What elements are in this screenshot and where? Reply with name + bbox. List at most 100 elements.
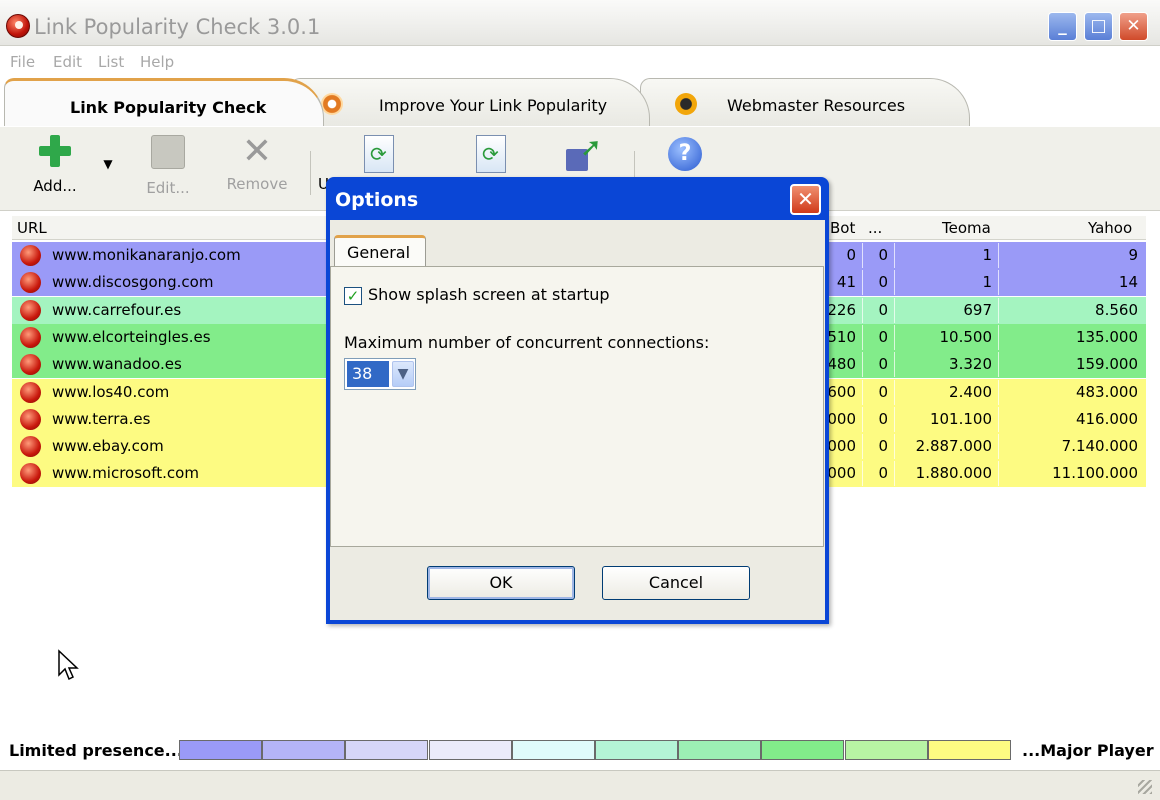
legend-swatch xyxy=(678,740,762,760)
dots-cell: 0 xyxy=(878,273,888,292)
teoma-cell: 1 xyxy=(982,246,992,264)
yahoo-cell: 159.000 xyxy=(1075,355,1138,374)
dialog-close-button[interactable]: ✕ xyxy=(790,184,821,215)
refresh-all-button[interactable] xyxy=(476,135,506,177)
export-button[interactable] xyxy=(566,133,602,175)
app-icon xyxy=(6,14,30,38)
cancel-button[interactable]: Cancel xyxy=(602,566,750,600)
edit-button[interactable]: Edit... xyxy=(140,135,196,197)
cell-divider xyxy=(998,379,999,405)
cell-divider xyxy=(862,270,863,296)
dialog-body: General ✓ Show splash screen at startup … xyxy=(330,220,825,620)
legend-swatch xyxy=(511,740,595,760)
cell-divider xyxy=(862,297,863,323)
refresh-doc-icon xyxy=(364,135,394,173)
help-icon: ? xyxy=(668,137,702,171)
chevron-down-icon[interactable]: ▼ xyxy=(392,361,414,387)
tab-label: Improve Your Link Popularity xyxy=(379,96,608,115)
resize-grip-icon[interactable] xyxy=(1138,780,1152,794)
cell-divider xyxy=(862,352,863,378)
show-splash-checkbox[interactable]: ✓ xyxy=(344,287,362,305)
teoma-cell: 2.400 xyxy=(949,382,992,401)
maximize-button[interactable]: □ xyxy=(1084,12,1113,41)
yahoo-cell: 416.000 xyxy=(1075,409,1138,428)
max-connections-select[interactable]: 38 ▼ xyxy=(344,358,416,390)
menu-help[interactable]: Help xyxy=(140,53,174,71)
refresh-button[interactable] xyxy=(364,135,394,177)
cell-divider xyxy=(862,379,863,405)
remove-button[interactable]: ✕ Remove xyxy=(222,134,292,194)
minimize-button[interactable]: _ xyxy=(1048,12,1077,41)
yahoo-cell: 135.000 xyxy=(1075,327,1138,346)
legend-swatch xyxy=(844,740,928,760)
column-header-bot[interactable]: Bot xyxy=(830,219,855,237)
toolbar-separator xyxy=(310,151,311,195)
close-button[interactable]: ✕ xyxy=(1119,12,1148,41)
teoma-cell: 2.887.000 xyxy=(915,437,992,456)
target-icon xyxy=(321,93,343,115)
column-header-yahoo[interactable]: Yahoo xyxy=(1088,219,1132,237)
dots-cell: 0 xyxy=(878,246,888,264)
edit-label: Edit... xyxy=(146,179,190,197)
max-connections-label: Maximum number of concurrent connections… xyxy=(344,333,710,352)
tab-webmaster-resources[interactable]: Webmaster Resources xyxy=(640,78,970,126)
legend-swatch xyxy=(428,740,512,760)
teoma-cell: 3.320 xyxy=(949,355,992,374)
url-cell: www.los40.com xyxy=(52,382,170,401)
url-cell: www.wanadoo.es xyxy=(52,355,182,374)
yahoo-cell: 483.000 xyxy=(1075,382,1138,401)
tab-general[interactable]: General xyxy=(334,235,426,267)
column-header-url[interactable]: URL xyxy=(17,219,47,237)
site-icon xyxy=(20,245,41,266)
cell-divider xyxy=(998,270,999,296)
legend-swatch xyxy=(262,740,346,760)
url-cell: www.carrefour.es xyxy=(52,300,182,319)
yahoo-cell: 8.560 xyxy=(1095,300,1138,319)
url-cell: www.ebay.com xyxy=(52,437,164,456)
site-icon xyxy=(20,463,41,485)
teoma-cell: 101.100 xyxy=(929,409,992,428)
cell-divider xyxy=(998,406,999,432)
teoma-cell: 1.880.000 xyxy=(915,464,992,483)
ok-button[interactable]: OK xyxy=(427,566,575,600)
cell-divider xyxy=(862,243,863,268)
refresh-all-doc-icon xyxy=(476,135,506,173)
menu-list[interactable]: List xyxy=(98,53,124,71)
help-button[interactable]: ? xyxy=(668,137,702,171)
site-icon xyxy=(20,436,41,458)
legend-swatch xyxy=(761,740,845,760)
cell-divider xyxy=(894,461,895,487)
url-cell: www.microsoft.com xyxy=(52,464,199,483)
add-button[interactable]: Add... xyxy=(30,135,80,195)
show-splash-label[interactable]: Show splash screen at startup xyxy=(368,285,610,304)
title-bar: Link Popularity Check 3.0.1 _ □ ✕ xyxy=(0,0,1160,46)
dots-cell: 0 xyxy=(878,437,888,456)
site-icon xyxy=(20,408,41,430)
save-export-icon xyxy=(566,133,602,171)
menu-bar: File Edit List Help xyxy=(0,50,1160,74)
url-cell: www.discosgong.com xyxy=(52,273,214,292)
tab-general-label: General xyxy=(347,243,411,262)
menu-edit[interactable]: Edit xyxy=(53,53,82,71)
cell-divider xyxy=(894,406,895,432)
teoma-cell: 1 xyxy=(982,273,992,292)
cell-divider xyxy=(998,461,999,487)
column-header-teoma[interactable]: Teoma xyxy=(942,219,991,237)
cell-divider xyxy=(894,243,895,268)
max-connections-value: 38 xyxy=(347,361,389,387)
sun-icon xyxy=(675,93,697,115)
add-dropdown-icon[interactable]: ▼ xyxy=(100,157,116,171)
options-dialog: Options ✕ General ✓ Show splash screen a… xyxy=(326,177,829,624)
legend-swatch xyxy=(595,740,678,760)
tab-label: Webmaster Resources xyxy=(727,96,906,115)
yahoo-cell: 14 xyxy=(1118,273,1138,292)
edit-icon xyxy=(151,135,185,169)
column-header-dots[interactable]: ... xyxy=(868,219,882,237)
cell-divider xyxy=(998,352,999,378)
menu-file[interactable]: File xyxy=(10,53,35,71)
legend-max-label: ...Major Player xyxy=(1022,741,1154,760)
tab-improve-link-popularity[interactable]: Improve Your Link Popularity xyxy=(290,78,650,126)
site-icon xyxy=(20,381,41,403)
tab-link-popularity-check[interactable]: Link Popularity Check xyxy=(4,78,324,126)
url-cell: www.elcorteingles.es xyxy=(52,327,211,346)
